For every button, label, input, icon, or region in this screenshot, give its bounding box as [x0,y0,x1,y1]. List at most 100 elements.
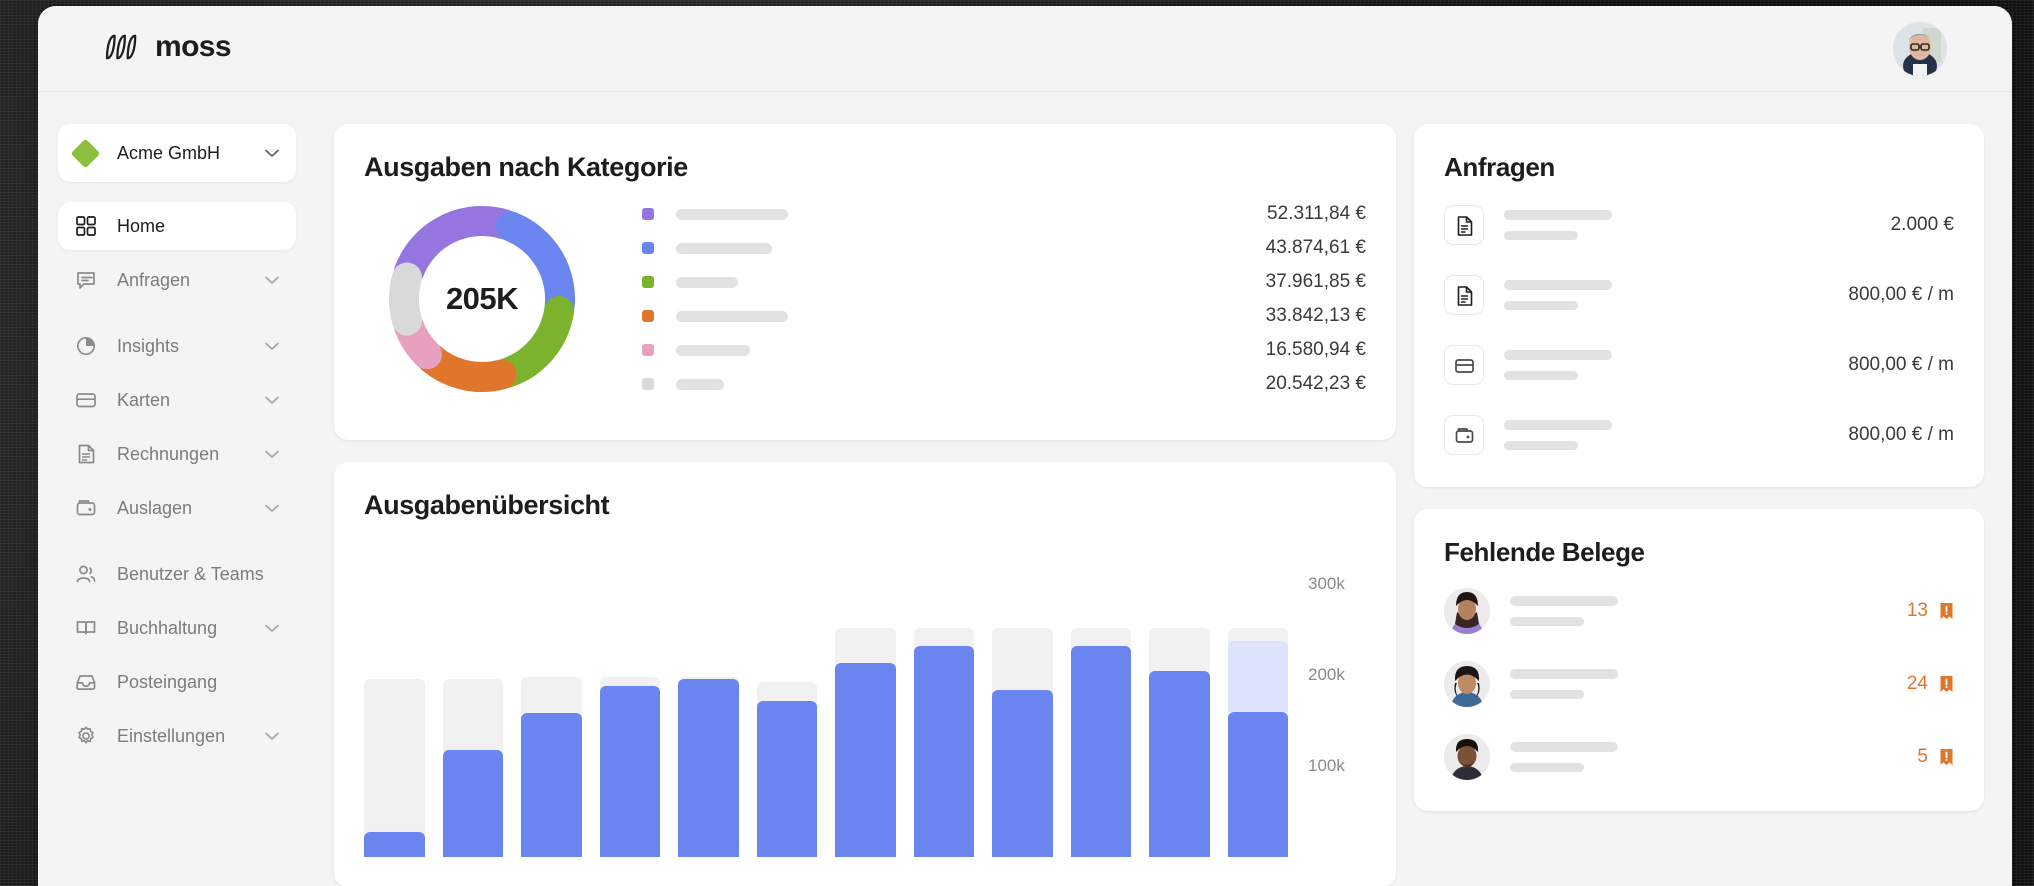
bar-slot[interactable] [835,557,896,857]
list-item-text-placeholder [1510,595,1618,626]
list-item[interactable]: 24 [1444,653,1954,714]
skeleton-line [1504,420,1612,430]
list-item[interactable]: 13 [1444,580,1954,641]
skeleton-line [1510,762,1584,772]
bar-slot[interactable] [599,557,660,857]
bar-fill [442,749,503,857]
section-title: Anfragen [1444,152,1555,182]
legend-row[interactable]: 43.874,61 € [642,231,1366,265]
sidebar-item-einstellungen[interactable]: Einstellungen [58,712,296,760]
sidebar-item-insights[interactable]: Insights [58,322,296,370]
list-item[interactable]: 2.000 € [1444,197,1954,253]
wallet-icon [1444,415,1484,455]
legend-color-dot [642,208,654,220]
user-photo-avatar [1893,22,1947,76]
list-item-amount: 2.000 € [1890,214,1954,235]
skeleton-line [1504,280,1612,290]
sidebar-item-label: Insights [117,335,180,356]
legend-value: 52.311,84 € [1267,203,1366,224]
card-fehlende-belege: Fehlende Belege 13 24 5 [1414,509,1984,811]
bar-slot[interactable] [442,557,503,857]
alert-receipt-icon [1939,675,1954,693]
sidebar-item-buchhaltung[interactable]: Buchhaltung [58,604,296,652]
app-window: moss Acme GmbH Home Anfragen Insights Ka… [38,6,2012,886]
page-title: Ausgaben nach Kategorie [364,152,688,182]
legend-color-dot [642,310,654,322]
legend-row[interactable]: 16.580,94 € [642,333,1366,367]
gear-icon [78,726,94,744]
sidebar-item-karten[interactable]: Karten [58,376,296,424]
book-icon [76,621,96,635]
skeleton-line [1504,441,1578,450]
sidebar-item-home[interactable]: Home [58,202,296,250]
skeleton-line [1504,371,1578,380]
legend-value: 33.842,13 € [1265,305,1366,326]
screenshot-root: moss Acme GmbH Home Anfragen Insights Ka… [0,0,2034,886]
sidebar-divider [58,538,296,550]
list-item[interactable]: 5 [1444,726,1954,787]
bar-fill [913,646,974,857]
legend-value: 37.961,85 € [1265,271,1366,292]
chevron-down-icon [265,276,279,284]
legend-color-dot [642,378,654,390]
status-badge: 24 [1906,672,1928,694]
bar-slot[interactable] [1070,557,1131,857]
main-content: Ausgaben nach Kategorie 205K 52.311,84 €… [316,92,2012,886]
sidebar-item-auslagen[interactable]: Auslagen [58,484,296,532]
legend-label-placeholder [676,276,738,288]
document-icon [1444,275,1484,315]
bar-slot[interactable] [756,557,817,857]
org-name: Acme GmbH [117,142,221,163]
bar-slot[interactable] [1227,557,1288,857]
bar-slot[interactable] [364,557,425,857]
wallet-icon [76,500,96,516]
brand[interactable]: moss [104,30,232,64]
brand-name: moss [155,30,232,63]
chevron-down-icon [265,342,279,350]
bar-chart[interactable]: 100k 200k 300k [364,557,1366,857]
bar-slot[interactable] [913,557,974,857]
donut-row: 205K 52.311,84 € 43.874,61 € 37.961,85 € 33… [364,197,1366,401]
requests-list: 2.000 € 800,00 € / m 800,00 € / m 800,00 € … [1444,197,1954,463]
bar-slot[interactable] [521,557,582,857]
pie-chart-icon [76,336,96,356]
legend-label-placeholder [676,310,788,322]
list-item[interactable]: 800,00 € / m [1444,267,1954,323]
list-item-text-placeholder [1504,420,1612,450]
legend-label-placeholder [676,378,724,390]
bar-slot[interactable] [678,557,739,857]
bar-slot[interactable] [992,557,1053,857]
sidebar-item-benutzer-teams[interactable]: Benutzer & Teams [58,550,296,598]
legend-row[interactable]: 20.542,23 € [642,367,1366,401]
sidebar-item-rechnungen[interactable]: Rechnungen [58,430,296,478]
avatar-woman-denim [1444,660,1490,707]
legend-row[interactable]: 33.842,13 € [642,299,1366,333]
document-icon [1444,205,1484,245]
bar-fill [599,686,660,857]
donut-chart[interactable]: 205K [382,199,582,399]
document-icon [78,444,95,464]
list-item-text-placeholder [1504,210,1612,240]
section-title: Fehlende Belege [1444,537,1645,567]
list-item[interactable]: 800,00 € / m [1444,337,1954,393]
y-axis-tick-label: 200k [1308,665,1345,685]
skeleton-line [1510,689,1584,699]
org-switcher[interactable]: Acme GmbH [58,124,296,182]
bar-slot[interactable] [1149,557,1210,857]
green-diamond-icon [70,138,101,168]
sidebar-item-posteingang[interactable]: Posteingang [58,658,296,706]
legend-row[interactable]: 37.961,85 € [642,265,1366,299]
legend-label-placeholder [676,344,750,356]
legend-value: 20.542,23 € [1265,373,1366,394]
legend-row[interactable]: 52.311,84 € [642,197,1366,231]
donut-legend: 52.311,84 € 43.874,61 € 37.961,85 € 33.842,… [642,197,1366,401]
receipts-list: 13 24 5 [1444,580,1954,787]
avatar[interactable] [1893,22,1947,76]
chevron-down-icon [265,732,279,740]
avatar-man-dark [1444,733,1490,780]
chevron-down-icon [265,450,279,458]
left-column: Ausgaben nach Kategorie 205K 52.311,84 €… [334,124,1396,886]
sidebar-item-anfragen[interactable]: Anfragen [58,256,296,304]
legend-value: 16.580,94 € [1265,339,1366,360]
list-item[interactable]: 800,00 € / m [1444,407,1954,463]
